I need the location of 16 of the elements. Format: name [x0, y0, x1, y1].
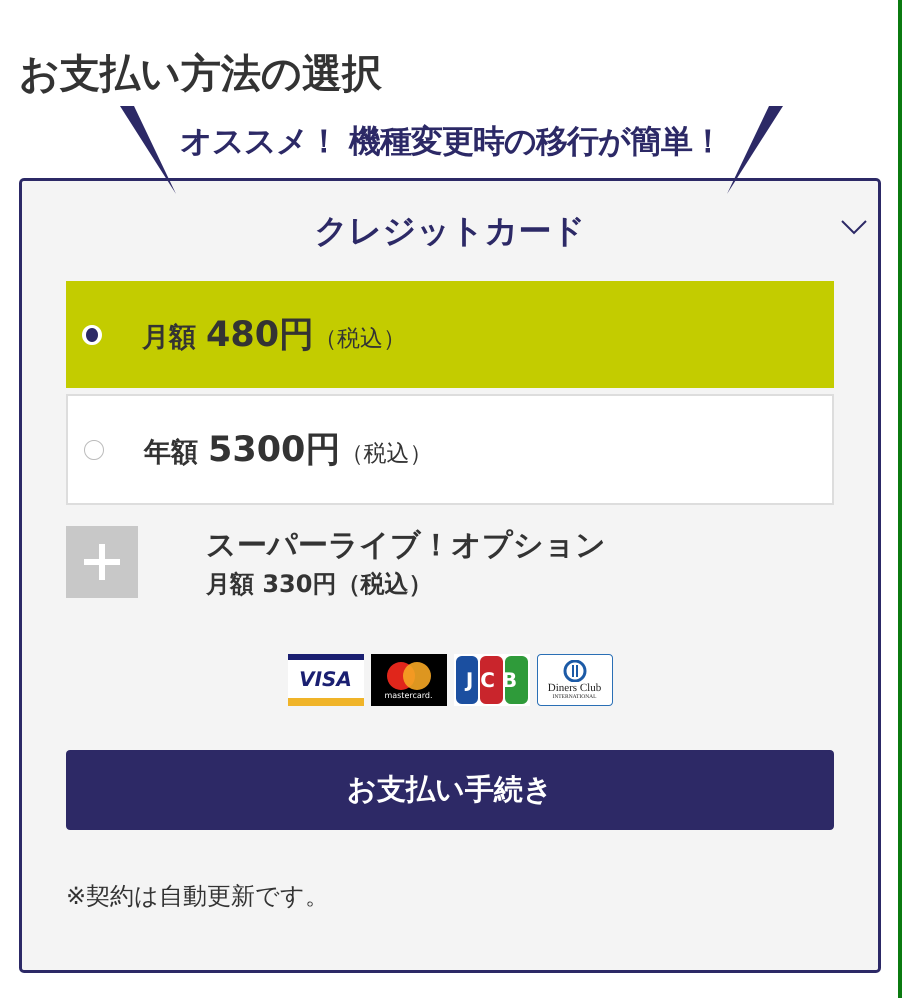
panel-heading: クレジットカード	[314, 210, 586, 252]
plus-icon	[84, 544, 120, 580]
plan-price: 月額 480円（税込）	[142, 314, 406, 357]
plan-option[interactable]: 年額 5300円（税込）	[66, 394, 834, 505]
radio-button[interactable]	[84, 440, 104, 460]
option-price: 月額 330円（税込）	[206, 569, 434, 600]
mastercard-logo: mastercard.	[370, 654, 446, 706]
page-title: お支払い方法の選択	[19, 50, 383, 99]
checkout-button[interactable]: お支払い手続き	[66, 750, 834, 830]
option-name: スーパーライブ！オプション	[206, 527, 606, 565]
renewal-note: ※契約は自動更新です。	[66, 881, 330, 912]
plan-price: 年額 5300円（税込）	[144, 429, 432, 472]
chevron-icon[interactable]	[840, 219, 868, 235]
plan-option[interactable]: 月額 480円（税込）	[66, 281, 834, 388]
banner-text: オススメ！ 機種変更時の移行が簡単！	[180, 121, 724, 162]
visa-logo: VISA	[288, 654, 364, 706]
